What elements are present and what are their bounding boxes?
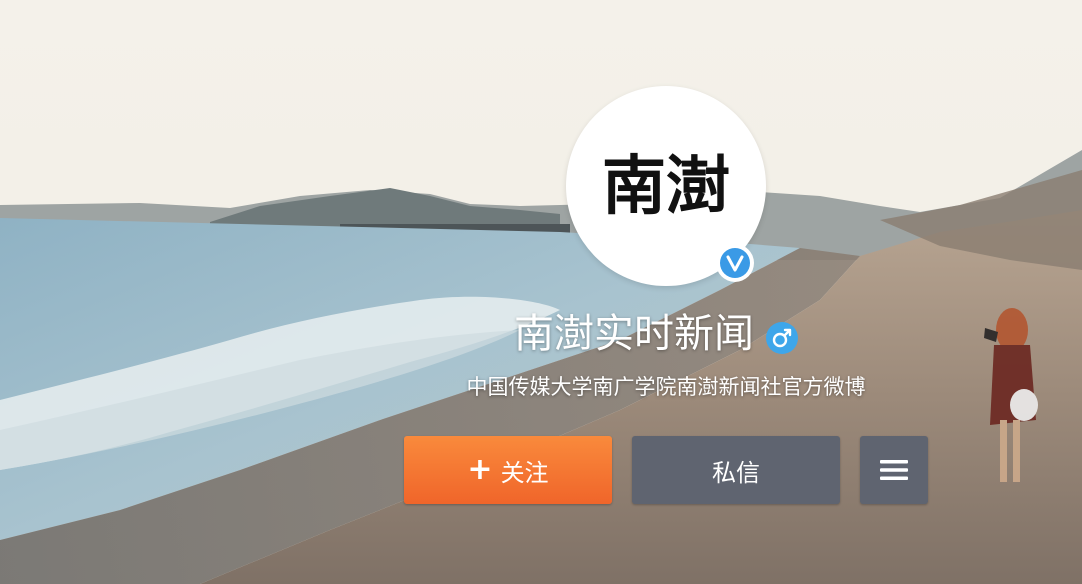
hamburger-menu-icon	[880, 460, 908, 480]
follow-button[interactable]: + 关注	[404, 436, 612, 504]
follow-button-label: 关注	[500, 458, 549, 487]
avatar-logo-text: 南澍	[602, 150, 730, 224]
profile-name: 南澍实时新闻	[514, 311, 754, 357]
more-menu-button[interactable]	[860, 436, 928, 504]
message-button[interactable]: 私信	[632, 436, 840, 504]
male-icon	[766, 322, 798, 354]
profile-cover: 南澍 南澍实时新闻 中国传媒大学南广学院南澍新闻社官方微博 + 关注 私信	[0, 0, 1082, 584]
profile-name-row: 南澍实时新闻	[440, 306, 860, 362]
verified-v-icon	[716, 244, 754, 282]
avatar-container: 南澍	[566, 86, 766, 286]
plus-icon: +	[467, 452, 493, 487]
message-button-label: 私信	[712, 458, 760, 487]
profile-bio: 中国传媒大学南广学院南澍新闻社官方微博	[466, 375, 866, 399]
